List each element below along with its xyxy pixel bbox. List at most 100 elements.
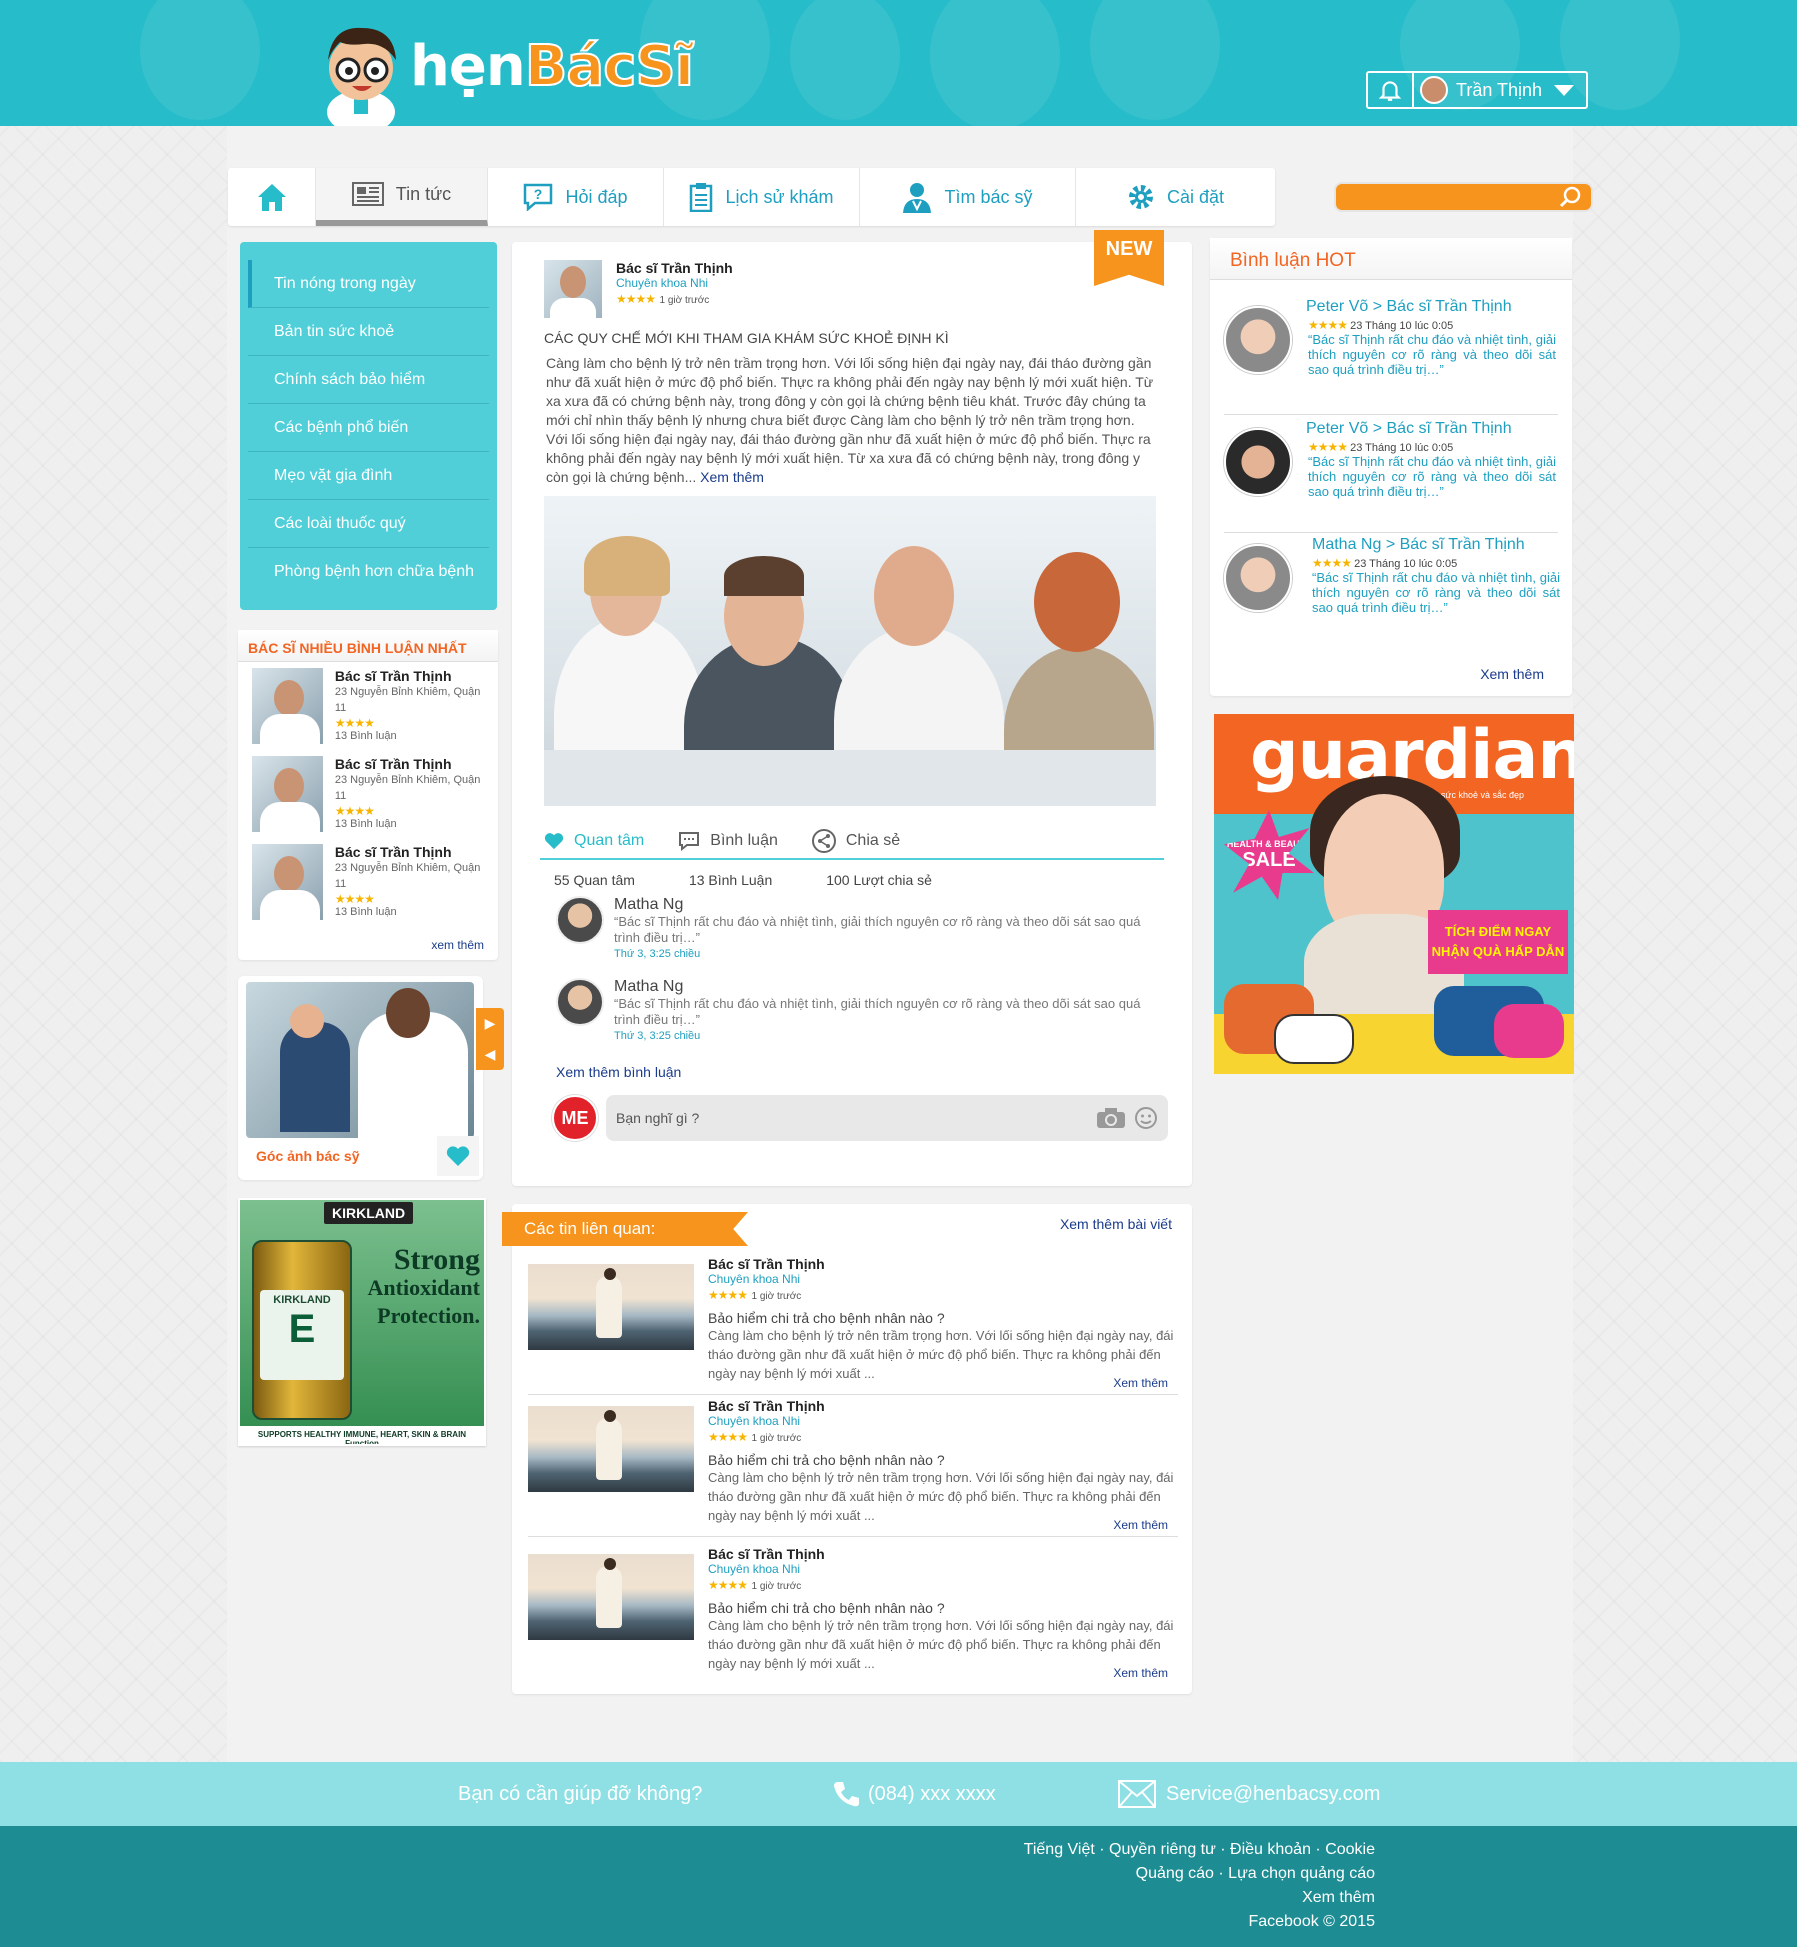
- phone-contact[interactable]: (084) xxx xxxx: [832, 1780, 996, 1808]
- read-more-link[interactable]: Xem thêm: [1113, 1376, 1168, 1390]
- bottle-brand: KIRKLAND: [273, 1294, 331, 1306]
- notification-bell-icon[interactable]: [1368, 73, 1414, 107]
- related-specialty: Chuyên khoa Nhi: [708, 1562, 801, 1576]
- user-name[interactable]: Trần Thịnh: [1456, 80, 1542, 101]
- related-author[interactable]: Bác sĩ Trần Thịnh: [708, 1398, 1178, 1414]
- doctor-item[interactable]: Bác sĩ Trần Thịnh 23 Nguyễn Bỉnh Khiêm, …: [238, 662, 498, 750]
- hot-comment-name[interactable]: Matha Ng > Bác sĩ Trần Thịnh: [1312, 536, 1525, 554]
- commenter-avatar[interactable]: [1224, 428, 1292, 496]
- search-icon[interactable]: [1559, 186, 1581, 208]
- nav-tim-bac-sy[interactable]: Tìm bác sỹ: [860, 168, 1076, 226]
- user-menu[interactable]: Trần Thịnh: [1366, 71, 1588, 109]
- hot-comment-item[interactable]: Matha Ng > Bác sĩ Trần Thịnh ★★★★ 23 Thá…: [1224, 528, 1560, 640]
- comment-input[interactable]: Bạn nghĩ gì ?: [606, 1095, 1168, 1141]
- copyright: Facebook © 2015: [1248, 1913, 1375, 1930]
- arrow-next-icon[interactable]: ▶: [485, 1015, 496, 1032]
- footer-links-row-2[interactable]: Quảng cáo · Lựa chọn quảng cáo: [0, 1862, 1375, 1886]
- ad-headline-2: Antioxidant Protection.: [367, 1275, 480, 1328]
- menu-item[interactable]: Chính sách bảo hiểm: [248, 356, 489, 404]
- commenter-avatar[interactable]: [1224, 306, 1292, 374]
- doctor-item[interactable]: Bác sĩ Trần Thịnh 23 Nguyễn Bỉnh Khiêm, …: [238, 838, 498, 926]
- related-thumbnail[interactable]: [528, 1406, 694, 1492]
- related-question[interactable]: Bảo hiểm chi trả cho bệnh nhân nào ?: [708, 1600, 1178, 1616]
- heart-icon[interactable]: [437, 1136, 479, 1176]
- search-input[interactable]: [1342, 187, 1552, 207]
- share-button[interactable]: Chia sẻ: [811, 829, 900, 853]
- author-avatar[interactable]: [544, 260, 602, 318]
- logo-mascot-icon[interactable]: [318, 20, 404, 126]
- see-more-articles-link[interactable]: Xem thêm bài viết: [1060, 1216, 1172, 1232]
- see-more-comments-link[interactable]: Xem thêm bình luận: [556, 1064, 681, 1080]
- related-author[interactable]: Bác sĩ Trần Thịnh: [708, 1256, 1178, 1272]
- post-title[interactable]: CÁC QUY CHẾ MỚI KHI THAM GIA KHÁM SỨC KH…: [544, 330, 949, 346]
- hot-comment-name[interactable]: Peter Võ > Bác sĩ Trần Thịnh: [1306, 420, 1512, 438]
- related-item[interactable]: Bác sĩ Trần Thịnh Chuyên khoa Nhi ★★★★ 1…: [528, 1398, 1180, 1538]
- see-more-hot-comments-link[interactable]: Xem thêm: [1480, 666, 1544, 682]
- arrow-prev-icon[interactable]: ◀: [485, 1046, 496, 1063]
- read-more-link[interactable]: Xem thêm: [700, 469, 764, 485]
- read-more-link[interactable]: Xem thêm: [1113, 1666, 1168, 1680]
- doctor-photo[interactable]: [252, 668, 323, 744]
- menu-item[interactable]: Mẹo vặt gia đình: [248, 452, 489, 500]
- footer-links-row-3[interactable]: Xem thêm: [0, 1886, 1375, 1910]
- related-item[interactable]: Bác sĩ Trần Thịnh Chuyên khoa Nhi ★★★★ 1…: [528, 1546, 1180, 1686]
- commenter-avatar[interactable]: [1224, 544, 1292, 612]
- related-thumbnail[interactable]: [528, 1554, 694, 1640]
- like-button[interactable]: Quan tâm: [544, 832, 644, 850]
- hot-comment-item[interactable]: Peter Võ > Bác sĩ Trần Thịnh ★★★★ 23 Thá…: [1224, 290, 1560, 402]
- emoji-icon[interactable]: [1134, 1106, 1158, 1130]
- see-more-doctors-link[interactable]: xem thêm: [431, 938, 484, 952]
- menu-item[interactable]: Tin nóng trong ngày: [248, 260, 489, 308]
- post-image[interactable]: [544, 496, 1156, 806]
- doctor-photo[interactable]: [252, 844, 323, 920]
- related-item[interactable]: Bác sĩ Trần Thịnh Chuyên khoa Nhi ★★★★ 1…: [528, 1256, 1180, 1396]
- nav-cai-dat[interactable]: Cài đặt: [1076, 168, 1275, 226]
- comment-button[interactable]: Bình luận: [678, 831, 778, 851]
- related-question[interactable]: Bảo hiểm chi trả cho bệnh nhân nào ?: [708, 1452, 1178, 1468]
- footer-links-row-1[interactable]: Tiếng Việt · Quyền riêng tư · Điều khoản…: [0, 1838, 1375, 1862]
- nav-lich-su-kham[interactable]: Lịch sử khám: [664, 168, 860, 226]
- commenter-name[interactable]: Matha Ng: [614, 896, 1156, 914]
- nav-home[interactable]: [228, 168, 316, 226]
- doctor-name[interactable]: Bác sĩ Trần Thịnh: [335, 756, 488, 772]
- read-more-link[interactable]: Xem thêm: [1113, 1518, 1168, 1532]
- menu-item[interactable]: Các loài thuốc quý: [248, 500, 489, 548]
- menu-item[interactable]: Phòng bệnh hơn chữa bệnh: [248, 548, 489, 596]
- ad-footer-text: SUPPORTS HEALTHY IMMUNE, HEART, SKIN & B…: [240, 1426, 484, 1444]
- share-icon: [811, 829, 836, 853]
- commenter-avatar[interactable]: [556, 978, 604, 1026]
- related-question[interactable]: Bảo hiểm chi trả cho bệnh nhân nào ?: [708, 1310, 1178, 1326]
- user-avatar[interactable]: [1420, 76, 1448, 104]
- author-name[interactable]: Bác sĩ Trần Thịnh: [616, 260, 733, 276]
- kirkland-ad-banner[interactable]: KIRKLAND KIRKLAND E Strong Antioxidant P…: [238, 1198, 486, 1446]
- commenter-name[interactable]: Matha Ng: [614, 978, 1156, 996]
- commenter-avatar[interactable]: [556, 896, 604, 944]
- doctor-item[interactable]: Bác sĩ Trần Thịnh 23 Nguyễn Bỉnh Khiêm, …: [238, 750, 498, 838]
- related-thumbnail[interactable]: [528, 1264, 694, 1350]
- email-contact[interactable]: Service@henbacsy.com: [1118, 1780, 1380, 1808]
- doctor-name[interactable]: Bác sĩ Trần Thịnh: [335, 844, 488, 860]
- main-nav: Tin tức ? Hỏi đáp Lịch sử khám Tìm bác s…: [228, 168, 1275, 226]
- related-specialty: Chuyên khoa Nhi: [708, 1272, 801, 1286]
- nav-hoi-dap[interactable]: ? Hỏi đáp: [488, 168, 664, 226]
- hot-comments-card: Bình luận HOT Peter Võ > Bác sĩ Trần Thị…: [1210, 238, 1572, 696]
- camera-icon[interactable]: [1096, 1107, 1126, 1129]
- hot-comment-item[interactable]: Peter Võ > Bác sĩ Trần Thịnh ★★★★ 23 Thá…: [1224, 412, 1560, 524]
- related-author[interactable]: Bác sĩ Trần Thịnh: [708, 1546, 1178, 1562]
- guardian-ad-banner[interactable]: guardian sức khoẻ và sắc đẹp HEALTH & BE…: [1214, 714, 1574, 1074]
- menu-item[interactable]: Bản tin sức khoẻ: [248, 308, 489, 356]
- doctor-photo-image[interactable]: [246, 982, 474, 1138]
- gear-icon: [1128, 185, 1153, 209]
- doctor-photo[interactable]: [252, 756, 323, 832]
- author-specialty: Chuyên khoa Nhi: [616, 276, 709, 290]
- menu-item[interactable]: Các bệnh phổ biến: [248, 404, 489, 452]
- nav-tin-tuc[interactable]: Tin tức: [316, 168, 488, 226]
- chevron-down-icon[interactable]: [1554, 84, 1574, 96]
- doctor-name[interactable]: Bác sĩ Trần Thịnh: [335, 668, 488, 684]
- nav-label: Tin tức: [395, 183, 452, 204]
- ad-headline-1: Strong: [393, 1243, 480, 1276]
- hot-comment-name[interactable]: Peter Võ > Bác sĩ Trần Thịnh: [1306, 298, 1512, 316]
- logo-wordmark[interactable]: hẹnBácSĩ: [410, 33, 695, 100]
- rating-stars: ★★★★: [708, 1430, 748, 1444]
- post-body-text: Càng làm cho bệnh lý trở nên trầm trọng …: [546, 355, 1154, 485]
